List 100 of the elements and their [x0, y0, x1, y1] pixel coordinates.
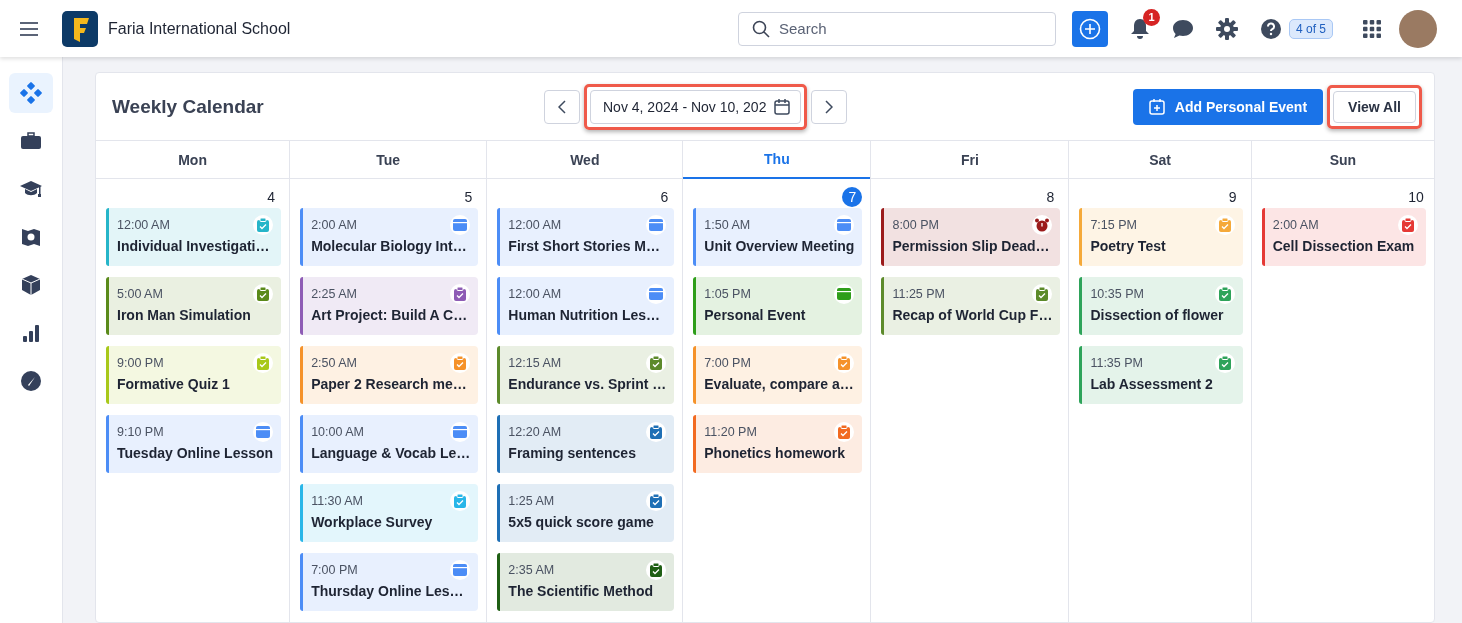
chat-icon[interactable]	[1171, 18, 1194, 39]
clipboard-icon	[1214, 284, 1235, 304]
event-title: Art Project: Build A C…	[311, 307, 469, 323]
event-card[interactable]: 9:10 PM Tuesday Online Lesson	[106, 415, 282, 473]
tour-progress-badge[interactable]: 4 of 5	[1288, 18, 1333, 39]
help-icon[interactable]	[1259, 17, 1282, 40]
calendar-icon	[834, 215, 855, 235]
event-title: Poetry Test	[1090, 238, 1167, 254]
event-time: 11:30 AM	[311, 494, 363, 508]
day-number: 7	[842, 187, 863, 207]
event-card[interactable]: 2:00 AM Molecular Biology Int…	[300, 208, 479, 266]
date-range-field[interactable]: Nov 4, 2024 - Nov 10, 202	[590, 89, 802, 124]
weekday-tab[interactable]: Sat	[1069, 141, 1251, 179]
event-card[interactable]: 12:20 AM Framing sentences	[497, 415, 675, 473]
event-card[interactable]: 10:00 AM Language & Vocab Le…	[300, 415, 479, 473]
event-title: Tuesday Online Lesson	[117, 445, 274, 461]
search-field[interactable]: Search	[737, 11, 1056, 46]
event-time: 7:15 PM	[1090, 218, 1137, 232]
weekday-tab[interactable]: Tue	[290, 141, 487, 179]
search-icon	[751, 19, 770, 38]
event-card[interactable]: 2:50 AM Paper 2 Research me…	[300, 346, 479, 404]
weekday-tab[interactable]: Wed	[487, 141, 683, 179]
bell-icon[interactable]	[1129, 17, 1150, 40]
event-card[interactable]: 2:35 AM The Scientific Method	[497, 553, 675, 611]
next-week-button[interactable]	[811, 89, 848, 124]
weekday-tab[interactable]: Sun	[1251, 141, 1434, 179]
event-time: 11:35 PM	[1090, 356, 1143, 370]
event-card[interactable]: 1:25 AM 5x5 quick score game	[497, 484, 675, 542]
event-card[interactable]: 12:00 AM Individual Investigati…	[106, 208, 282, 266]
weekday-tab[interactable]: Thu	[683, 141, 871, 179]
event-time: 12:00 AM	[508, 287, 562, 301]
menu-icon[interactable]	[20, 21, 38, 36]
apps-grid-icon[interactable]	[1363, 19, 1381, 38]
clipboard-icon	[1032, 284, 1053, 304]
event-time: 1:25 AM	[508, 494, 555, 508]
event-card[interactable]: 12:00 AM Human Nutrition Les…	[497, 277, 675, 335]
school-logo-icon[interactable]	[62, 10, 98, 47]
event-time: 2:25 AM	[311, 287, 357, 301]
calendar-icon	[834, 284, 855, 304]
event-time: 1:05 PM	[704, 287, 751, 301]
event-card[interactable]: 2:00 AM Cell Dissection Exam	[1261, 208, 1426, 266]
event-time: 9:10 PM	[117, 425, 164, 439]
event-time: 2:00 AM	[1272, 218, 1319, 232]
event-card[interactable]: 11:35 PM Lab Assessment 2	[1079, 346, 1243, 404]
event-title: First Short Stories M…	[508, 238, 662, 254]
weekday-tab[interactable]: Mon	[96, 141, 290, 179]
event-card[interactable]: 11:20 PM Phonetics homework	[693, 415, 863, 473]
event-time: 12:00 AM	[117, 218, 170, 232]
event-card[interactable]: 11:25 PM Recap of World Cup F…	[881, 277, 1061, 335]
diamonds-icon	[20, 82, 42, 104]
event-title: Language & Vocab Le…	[311, 445, 471, 461]
event-time: 12:15 AM	[508, 356, 562, 370]
calendar-icon	[253, 422, 274, 442]
school-name: Faria International School	[108, 19, 291, 38]
event-time: 5:00 AM	[117, 287, 163, 301]
event-card[interactable]: 2:25 AM Art Project: Build A C…	[300, 277, 479, 335]
weekday-tab[interactable]: Fri	[871, 141, 1069, 179]
user-avatar[interactable]	[1399, 9, 1437, 48]
chevron-left-icon	[558, 99, 566, 114]
calendar-icon	[646, 215, 667, 235]
event-time: 7:00 PM	[311, 563, 358, 577]
event-card[interactable]: 12:15 AM Endurance vs. Sprint …	[497, 346, 675, 404]
event-card[interactable]: 8:00 PM Permission Slip Dead…	[881, 208, 1061, 266]
notification-badge: 1	[1142, 8, 1160, 26]
event-title: Dissection of flower	[1090, 307, 1225, 323]
event-card[interactable]: 9:00 PM Formative Quiz 1	[106, 346, 282, 404]
view-all-button[interactable]: View All	[1333, 90, 1416, 123]
event-time: 9:00 PM	[117, 356, 164, 370]
event-card[interactable]: 1:05 PM Personal Event	[693, 277, 863, 335]
event-card[interactable]: 12:00 AM First Short Stories M…	[497, 208, 675, 266]
cube-icon	[20, 274, 42, 296]
event-title: Workplace Survey	[311, 514, 434, 530]
clipboard-icon	[450, 284, 471, 304]
previous-week-button[interactable]	[544, 89, 580, 124]
event-title: Recap of World Cup F…	[892, 307, 1053, 323]
event-title: The Scientific Method	[508, 583, 655, 599]
event-time: 11:25 PM	[892, 287, 945, 301]
day-number: 8	[1045, 188, 1056, 207]
bar-chart-icon	[20, 322, 42, 344]
event-time: 12:00 AM	[508, 218, 562, 232]
event-card[interactable]: 1:50 AM Unit Overview Meeting	[693, 208, 863, 266]
compass-icon	[20, 370, 42, 392]
calendar-title: Weekly Calendar	[112, 95, 265, 118]
event-card[interactable]: 7:15 PM Poetry Test	[1079, 208, 1243, 266]
event-card[interactable]: 5:00 AM Iron Man Simulation	[106, 277, 282, 335]
day-number: 4	[266, 188, 276, 207]
event-time: 10:00 AM	[311, 425, 364, 439]
clipboard-icon	[646, 353, 667, 373]
add-personal-event-button[interactable]: Add Personal Event	[1132, 88, 1324, 125]
create-button[interactable]	[1071, 10, 1108, 47]
calendar-icon	[450, 422, 471, 442]
event-card[interactable]: 11:30 AM Workplace Survey	[300, 484, 479, 542]
event-card[interactable]: 7:00 PM Thursday Online Les…	[300, 553, 479, 611]
chevron-right-icon	[825, 99, 834, 114]
clipboard-icon	[1214, 353, 1235, 373]
event-time: 10:35 PM	[1090, 287, 1144, 301]
calendar-plus-icon	[1148, 98, 1165, 115]
event-card[interactable]: 10:35 PM Dissection of flower	[1079, 277, 1243, 335]
calendar-icon	[450, 215, 471, 235]
event-card[interactable]: 7:00 PM Evaluate, compare a…	[693, 346, 863, 404]
